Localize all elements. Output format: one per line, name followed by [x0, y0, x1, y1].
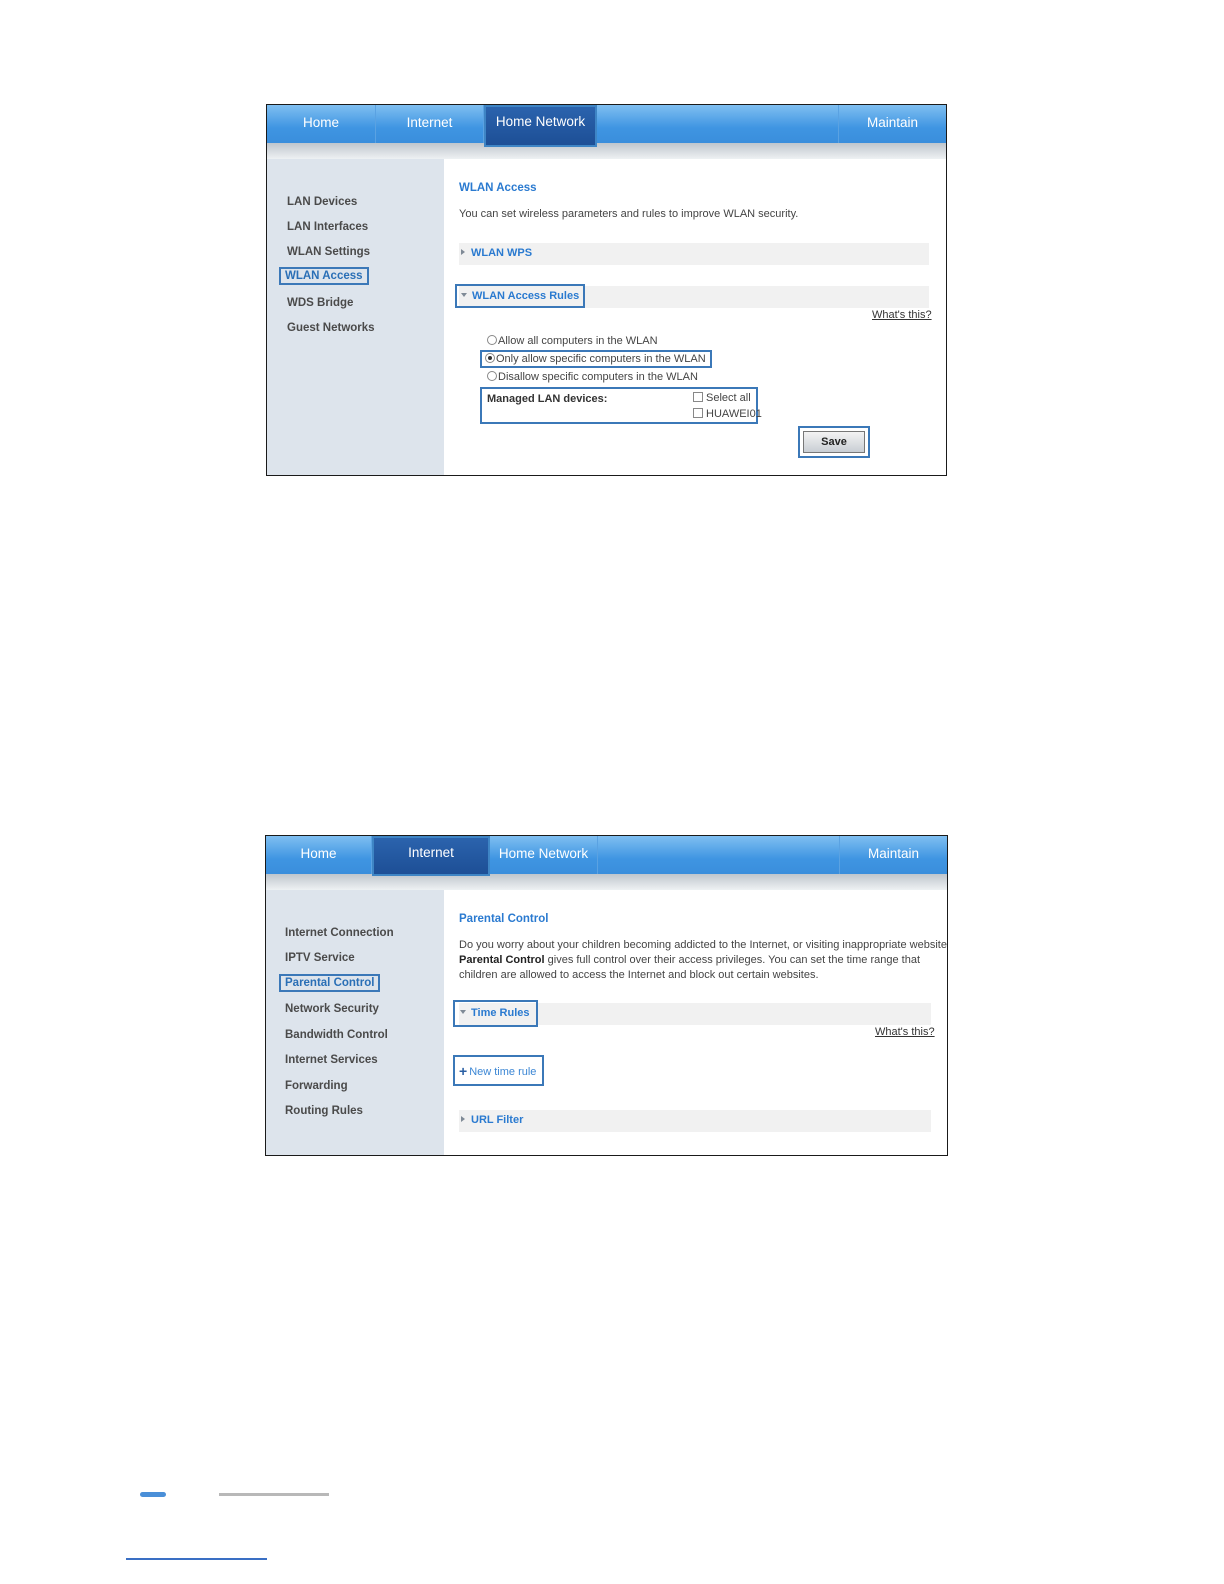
nav-shadow: [266, 874, 947, 890]
tab-internet[interactable]: Internet: [372, 836, 490, 876]
tab-maintain[interactable]: Maintain: [838, 105, 946, 143]
sidebar-item-parental-control[interactable]: Parental Control: [279, 974, 381, 992]
select-all-checkbox[interactable]: Select all: [693, 392, 751, 404]
section-time-rules-label: Time Rules: [471, 1007, 530, 1019]
section-time-rules[interactable]: Time Rules: [453, 1000, 538, 1027]
footer-accent-bar: [140, 1492, 166, 1497]
managed-lan-devices-box: Managed LAN devices: Select all HUAWEI01: [480, 387, 762, 424]
tab-maintain[interactable]: Maintain: [839, 836, 947, 874]
select-all-label: Select all: [706, 392, 751, 404]
sidebar: Internet Connection IPTV Service Parenta…: [266, 890, 444, 1155]
nav-shadow: [267, 143, 946, 159]
radio-only-allow-specific[interactable]: Only allow specific computers in the WLA…: [480, 350, 712, 368]
description-line-3: children are allowed to access the Inter…: [459, 969, 819, 981]
sidebar-item-bandwidth-control[interactable]: Bandwidth Control: [285, 1029, 388, 1041]
footer-divider: [219, 1493, 329, 1496]
section-wlan-access-rules-label: WLAN Access Rules: [472, 290, 580, 302]
expand-arrow-icon: [461, 249, 465, 255]
sidebar-item-lan-devices[interactable]: LAN Devices: [287, 196, 357, 208]
section-wlan-wps-label: WLAN WPS: [471, 247, 533, 259]
tab-internet[interactable]: Internet: [376, 105, 484, 143]
radio-allow-all-label: Allow all computers in the WLAN: [498, 335, 658, 347]
main-panel: WLAN Access You can set wireless paramet…: [444, 159, 946, 475]
new-time-rule-button[interactable]: + New time rule: [453, 1055, 545, 1086]
section-url-filter[interactable]: URL Filter: [461, 1114, 523, 1126]
radio-button-selected[interactable]: [485, 353, 495, 363]
radio-only-allow-label: Only allow specific computers in the WLA…: [496, 353, 706, 365]
radio-button[interactable]: [487, 335, 497, 345]
page-description: You can set wireless parameters and rule…: [459, 208, 799, 220]
sidebar-item-routing-rules[interactable]: Routing Rules: [285, 1105, 363, 1117]
managed-lan-devices-label: Managed LAN devices:: [487, 393, 608, 405]
expand-arrow-icon: [461, 1116, 465, 1122]
sidebar-item-network-security[interactable]: Network Security: [285, 1003, 379, 1015]
sidebar-item-guest-networks[interactable]: Guest Networks: [287, 322, 375, 334]
main-panel: Parental Control Do you worry about your…: [444, 890, 947, 1155]
radio-disallow-specific[interactable]: Disallow specific computers in the WLAN: [487, 371, 698, 383]
tab-home[interactable]: Home: [266, 836, 372, 874]
tab-home-network[interactable]: Home Network: [490, 836, 598, 874]
tab-home-network[interactable]: Home Network: [484, 105, 597, 147]
new-time-rule-label: New time rule: [469, 1066, 537, 1078]
sidebar-item-internet-connection[interactable]: Internet Connection: [285, 927, 394, 939]
url-filter-section-bar: [459, 1110, 931, 1132]
save-button-frame: Save: [798, 426, 870, 458]
description-line-1: Do you worry about your children becomin…: [459, 939, 948, 951]
sidebar: LAN Devices LAN Interfaces WLAN Settings…: [267, 159, 444, 475]
wlan-access-screenshot: Home Internet Home Network Maintain LAN …: [266, 104, 947, 476]
page-description: Do you worry about your children becomin…: [459, 938, 948, 983]
sidebar-item-wds-bridge[interactable]: WDS Bridge: [287, 297, 353, 309]
section-url-filter-label: URL Filter: [471, 1114, 524, 1126]
page-title: WLAN Access: [459, 182, 537, 194]
device-label: HUAWEI01: [706, 408, 762, 420]
sidebar-item-forwarding[interactable]: Forwarding: [285, 1080, 348, 1092]
whats-this-link[interactable]: What's this?: [872, 309, 932, 321]
description-line-2: Parental Control gives full control over…: [459, 953, 947, 968]
save-button[interactable]: Save: [803, 431, 865, 453]
collapse-arrow-icon: [460, 1010, 466, 1014]
tab-home[interactable]: Home: [267, 105, 376, 143]
checkbox-icon[interactable]: [693, 408, 703, 418]
sidebar-item-lan-interfaces[interactable]: LAN Interfaces: [287, 221, 368, 233]
section-wlan-wps[interactable]: WLAN WPS: [461, 247, 532, 259]
parental-control-screenshot: Home Internet Home Network Maintain Inte…: [265, 835, 948, 1156]
checkbox-icon[interactable]: [693, 392, 703, 402]
sidebar-item-wlan-access[interactable]: WLAN Access: [279, 267, 369, 285]
sidebar-item-internet-services[interactable]: Internet Services: [285, 1054, 378, 1066]
radio-allow-all[interactable]: Allow all computers in the WLAN: [487, 335, 658, 347]
sidebar-item-wlan-settings[interactable]: WLAN Settings: [287, 246, 370, 258]
sidebar-item-iptv-service[interactable]: IPTV Service: [285, 952, 355, 964]
description-line-2-text: gives full control over their access pri…: [544, 954, 921, 966]
radio-button[interactable]: [487, 371, 497, 381]
device-checkbox[interactable]: HUAWEI01: [693, 408, 762, 420]
radio-disallow-label: Disallow specific computers in the WLAN: [498, 371, 698, 383]
collapse-arrow-icon: [461, 293, 467, 297]
description-bold: Parental Control: [459, 954, 545, 966]
page-title: Parental Control: [459, 913, 549, 925]
plus-icon: +: [459, 1063, 468, 1079]
section-wlan-access-rules[interactable]: WLAN Access Rules: [455, 284, 586, 308]
footer-underline: [126, 1558, 267, 1560]
whats-this-link[interactable]: What's this?: [875, 1026, 935, 1038]
